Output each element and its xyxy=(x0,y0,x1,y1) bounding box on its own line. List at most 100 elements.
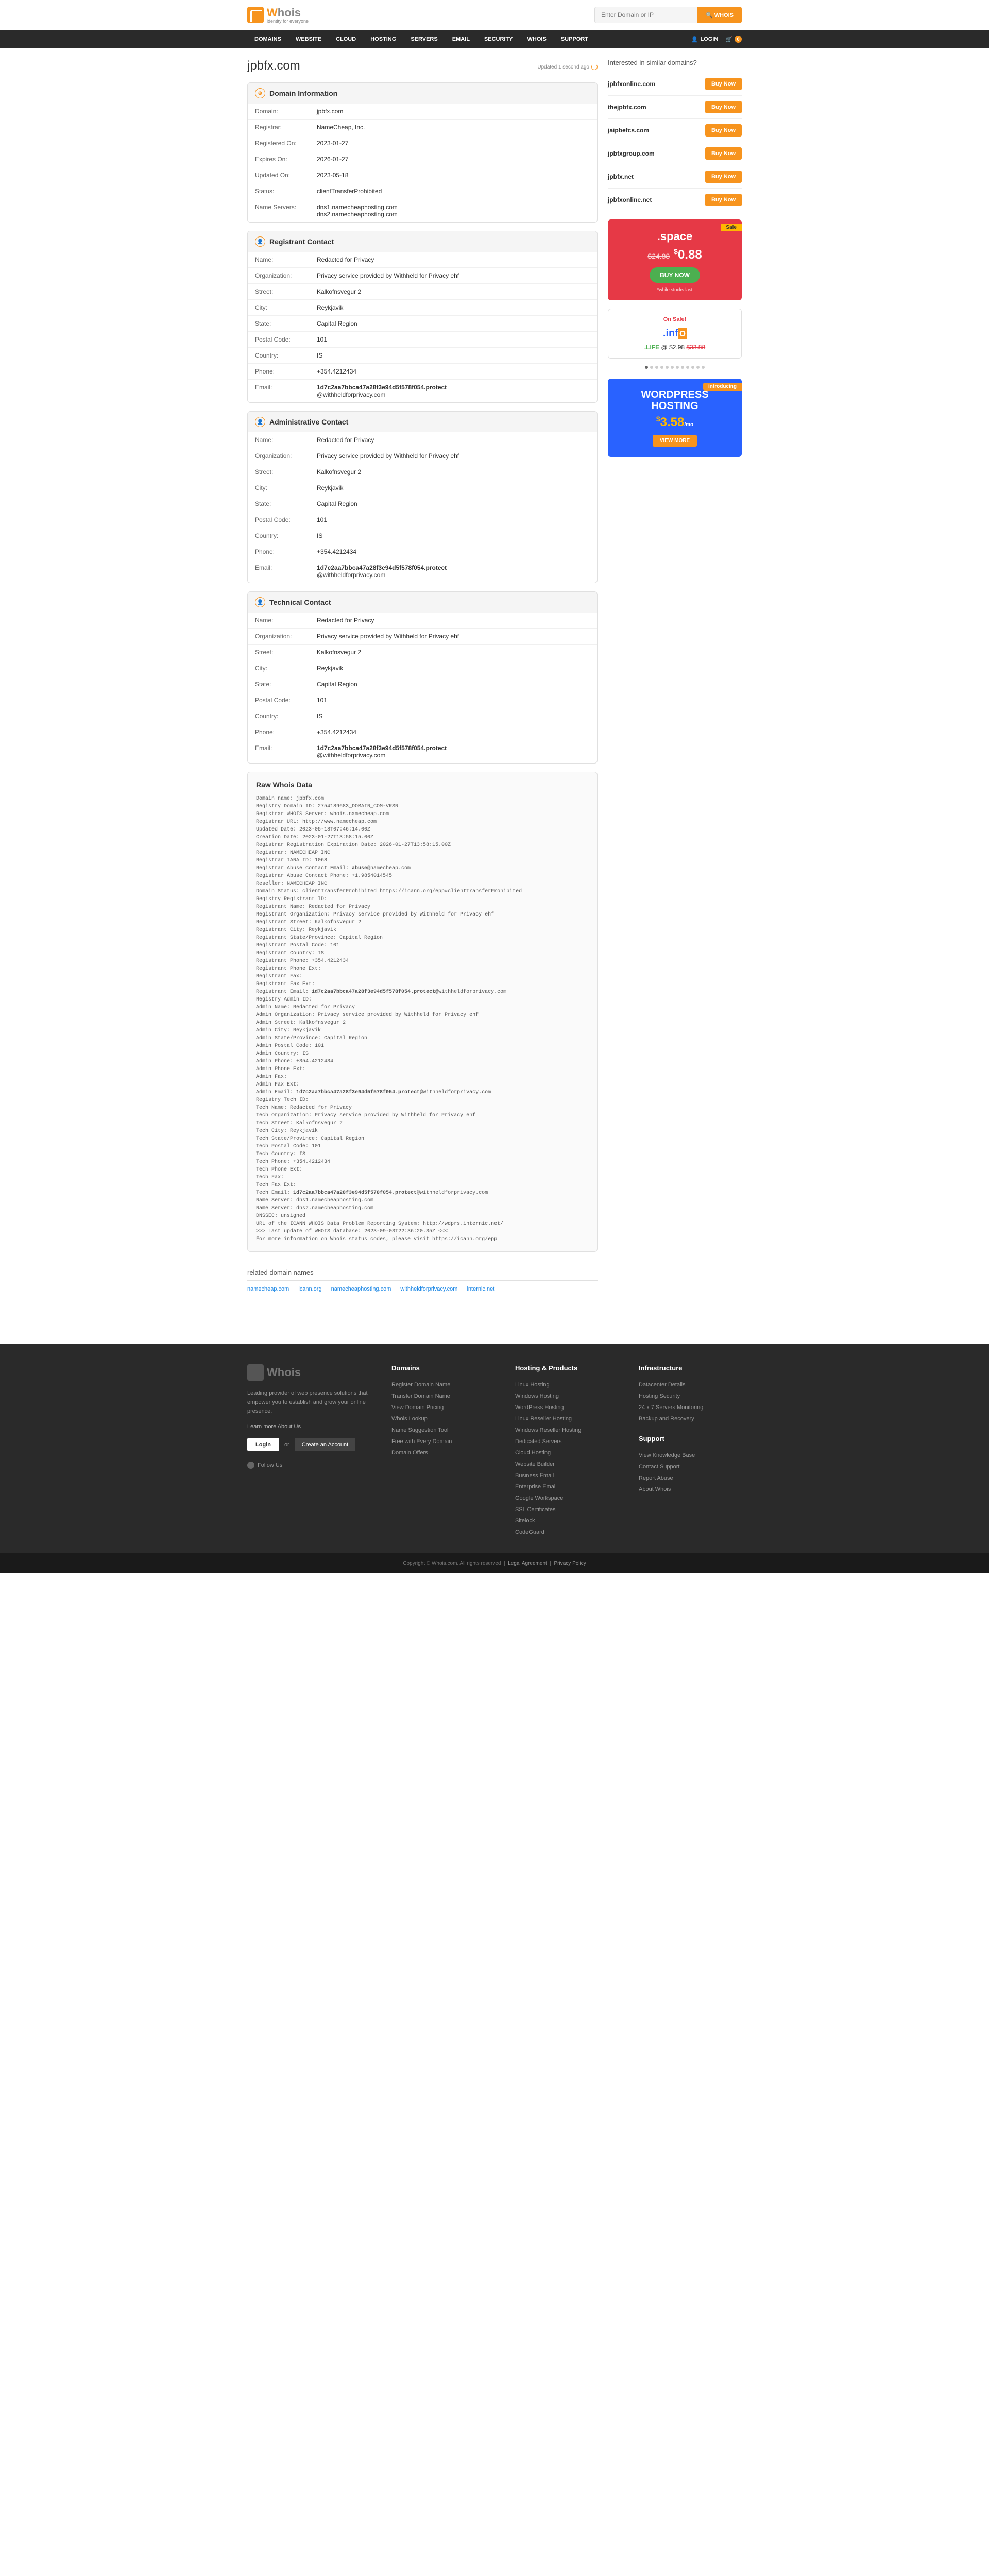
footer-link[interactable]: Linux Reseller Hosting xyxy=(515,1413,618,1425)
footer-create-button[interactable]: Create an Account xyxy=(295,1438,356,1451)
info-label: Email: xyxy=(255,384,317,398)
tech-panel: 👤 Technical Contact Name:Redacted for Pr… xyxy=(247,591,598,764)
view-more-button[interactable]: VIEW MORE xyxy=(653,435,697,447)
nav-item-cloud[interactable]: CLOUD xyxy=(329,30,363,48)
nav-item-domains[interactable]: DOMAINS xyxy=(247,30,288,48)
info-value: Kalkofnsvegur 2 xyxy=(317,288,590,295)
info-value: IS xyxy=(317,352,590,359)
follow-us[interactable]: Follow Us xyxy=(247,1462,371,1469)
footer-link[interactable]: Hosting Security xyxy=(639,1391,742,1402)
nav-item-security[interactable]: SECURITY xyxy=(477,30,520,48)
privacy-link[interactable]: Privacy Policy xyxy=(554,1561,586,1566)
info-value: Reykjavik xyxy=(317,665,590,672)
footer-link[interactable]: Transfer Domain Name xyxy=(391,1391,494,1402)
footer-link[interactable]: Windows Reseller Hosting xyxy=(515,1425,618,1436)
raw-heading: Raw Whois Data xyxy=(256,781,589,789)
footer-link[interactable]: Register Domain Name xyxy=(391,1379,494,1391)
info-label: Name: xyxy=(255,617,317,624)
similar-domain: jpbfx.net xyxy=(608,173,634,180)
info-value: 2023-05-18 xyxy=(317,172,590,179)
footer-link[interactable]: 24 x 7 Servers Monitoring xyxy=(639,1402,742,1413)
footer-link[interactable]: Google Workspace xyxy=(515,1493,618,1504)
info-row: Street:Kalkofnsvegur 2 xyxy=(248,645,597,660)
registrant-heading: Registrant Contact xyxy=(269,238,334,246)
footer-link[interactable]: Cloud Hosting xyxy=(515,1447,618,1459)
promo-note: *while stocks last xyxy=(616,287,734,292)
footer-link[interactable]: Sitelock xyxy=(515,1515,618,1527)
domain-info-panel: ⊕ Domain Information Domain:jpbfx.comReg… xyxy=(247,82,598,223)
related-link[interactable]: namecheaphosting.com xyxy=(331,1286,391,1292)
promo-space[interactable]: Sale .space $24.88 $0.88 BUY NOW *while … xyxy=(608,219,742,300)
footer-link[interactable]: Datacenter Details xyxy=(639,1379,742,1391)
info-row: Street:Kalkofnsvegur 2 xyxy=(248,464,597,480)
nav-item-servers[interactable]: SERVERS xyxy=(403,30,445,48)
footer-link[interactable]: Dedicated Servers xyxy=(515,1436,618,1447)
related-link[interactable]: icann.org xyxy=(298,1286,321,1292)
refresh-icon[interactable] xyxy=(591,64,598,70)
footer-link[interactable]: Windows Hosting xyxy=(515,1391,618,1402)
nav-item-hosting[interactable]: HOSTING xyxy=(363,30,403,48)
buy-now-button[interactable]: Buy Now xyxy=(705,124,742,137)
buy-now-button[interactable]: Buy Now xyxy=(705,147,742,160)
info-label: Postal Code: xyxy=(255,697,317,704)
footer-learn-link[interactable]: Learn more About Us xyxy=(247,1423,371,1430)
info-label: Country: xyxy=(255,352,317,359)
info-row: Organization:Privacy service provided by… xyxy=(248,268,597,284)
search-button[interactable]: 🔍 WHOIS xyxy=(697,7,742,23)
related-link[interactable]: namecheap.com xyxy=(247,1286,289,1292)
footer-link[interactable]: Free with Every Domain xyxy=(391,1436,494,1447)
carousel-dots[interactable] xyxy=(608,363,742,370)
nav-item-website[interactable]: WEBSITE xyxy=(288,30,329,48)
nav-cart[interactable]: 🛒 0 xyxy=(725,36,742,43)
logo-icon xyxy=(247,7,264,23)
buy-now-button[interactable]: Buy Now xyxy=(705,171,742,183)
info-row: Phone:+354.4212434 xyxy=(248,724,597,740)
legal-link[interactable]: Legal Agreement xyxy=(508,1561,547,1566)
raw-whois-panel: Raw Whois Data Domain name: jpbfx.com Re… xyxy=(247,772,598,1252)
info-label: Street: xyxy=(255,288,317,295)
footer-link[interactable]: Whois Lookup xyxy=(391,1413,494,1425)
footer-link[interactable]: View Domain Pricing xyxy=(391,1402,494,1413)
related-link[interactable]: internic.net xyxy=(467,1286,494,1292)
raw-text: Domain name: jpbfx.com Registry Domain I… xyxy=(256,795,589,1243)
nav-item-email[interactable]: EMAIL xyxy=(445,30,477,48)
main-nav: DOMAINSWEBSITECLOUDHOSTINGSERVERSEMAILSE… xyxy=(0,30,989,48)
related-link[interactable]: withheldforprivacy.com xyxy=(400,1286,457,1292)
info-row: Registrar:NameCheap, Inc. xyxy=(248,120,597,135)
info-value: IS xyxy=(317,713,590,720)
footer-link[interactable]: About Whois xyxy=(639,1484,742,1495)
logo[interactable]: Whois identity for everyone xyxy=(247,6,309,24)
footer-link[interactable]: Backup and Recovery xyxy=(639,1413,742,1425)
footer-link[interactable]: Enterprise Email xyxy=(515,1481,618,1493)
footer-link[interactable]: Report Abuse xyxy=(639,1472,742,1484)
buy-now-button[interactable]: Buy Now xyxy=(705,78,742,90)
footer-link[interactable]: Website Builder xyxy=(515,1459,618,1470)
promo-wordpress[interactable]: introducing WORDPRESS HOSTING $3.58/mo V… xyxy=(608,379,742,457)
nav-login[interactable]: 👤 LOGIN xyxy=(691,36,719,43)
footer-link[interactable]: Name Suggestion Tool xyxy=(391,1425,494,1436)
footer-login-button[interactable]: Login xyxy=(247,1438,279,1451)
info-value: Privacy service provided by Withheld for… xyxy=(317,633,590,640)
info-value: Redacted for Privacy xyxy=(317,256,590,263)
domain-info-heading: Domain Information xyxy=(269,89,337,97)
promo-info[interactable]: On Sale! .info .LIFE @ $2.98 $33.88 xyxy=(608,309,742,359)
buy-now-button[interactable]: Buy Now xyxy=(705,194,742,206)
footer-link[interactable]: CodeGuard xyxy=(515,1527,618,1538)
info-row: Postal Code:101 xyxy=(248,512,597,528)
footer-logo[interactable]: Whois xyxy=(247,1364,371,1381)
footer-link[interactable]: View Knowledge Base xyxy=(639,1450,742,1461)
footer-link[interactable]: Contact Support xyxy=(639,1461,742,1472)
promo-buy-button[interactable]: BUY NOW xyxy=(650,267,700,283)
footer-link[interactable]: Domain Offers xyxy=(391,1447,494,1459)
footer-link[interactable]: WordPress Hosting xyxy=(515,1402,618,1413)
similar-domain: jpbfxgroup.com xyxy=(608,150,655,157)
footer-link[interactable]: Linux Hosting xyxy=(515,1379,618,1391)
info-logo: .info xyxy=(616,328,734,340)
info-value: 1d7c2aa7bbca47a28f3e94d5f578f054.protect… xyxy=(317,744,590,759)
nav-item-support[interactable]: SUPPORT xyxy=(554,30,595,48)
search-input[interactable] xyxy=(594,7,697,23)
nav-item-whois[interactable]: WHOIS xyxy=(520,30,554,48)
buy-now-button[interactable]: Buy Now xyxy=(705,101,742,113)
footer-link[interactable]: Business Email xyxy=(515,1470,618,1481)
footer-link[interactable]: SSL Certificates xyxy=(515,1504,618,1515)
